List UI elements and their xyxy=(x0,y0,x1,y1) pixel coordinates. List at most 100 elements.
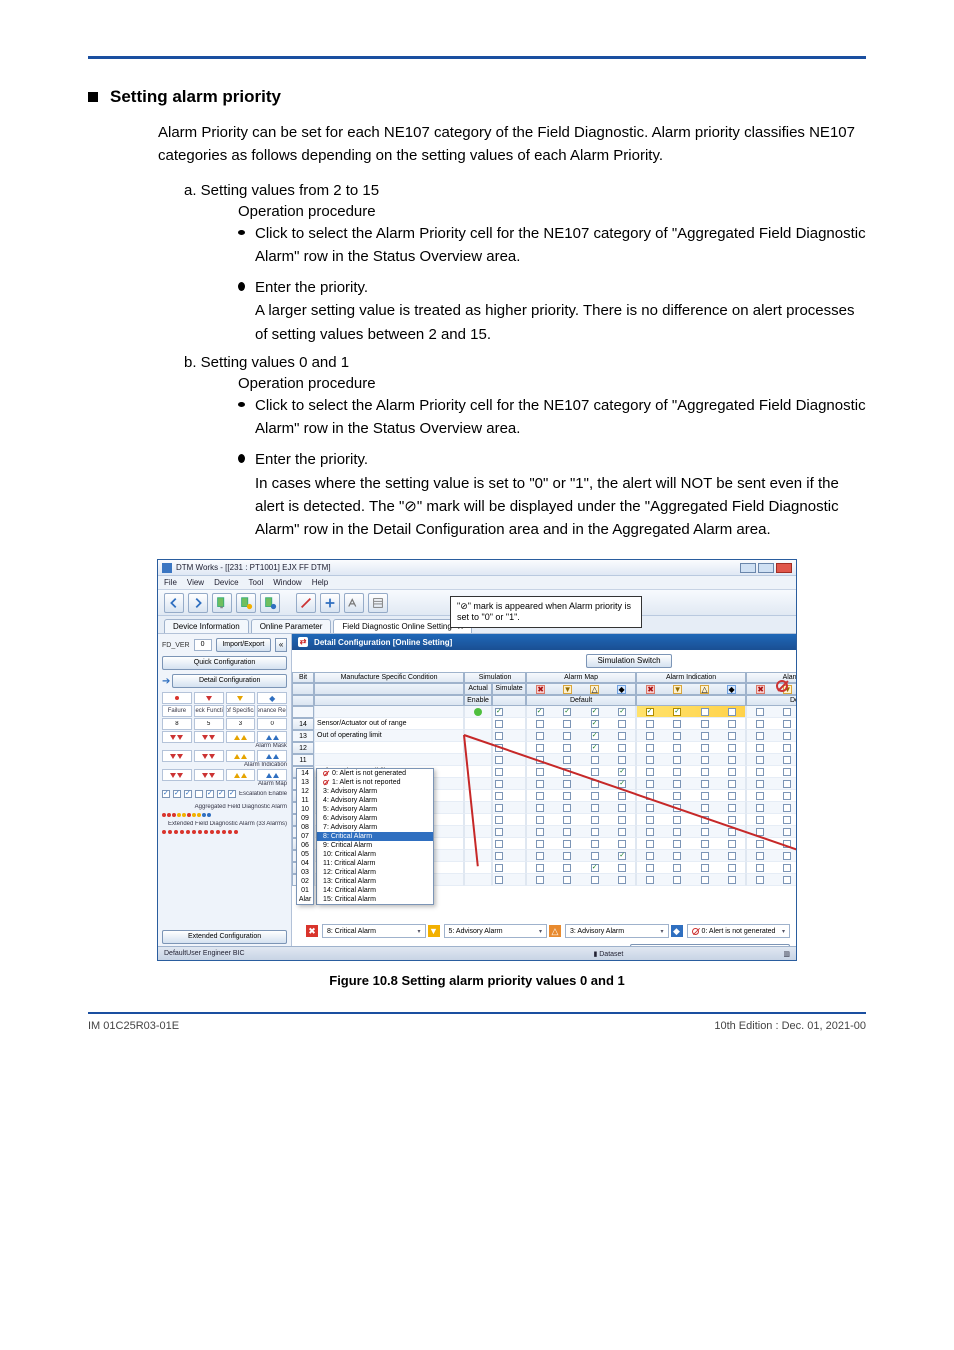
map-checkbox[interactable] xyxy=(591,768,599,776)
ind-checkbox[interactable] xyxy=(646,864,654,872)
simulate-checkbox[interactable] xyxy=(495,720,503,728)
priority-option[interactable]: 1: Alert is not reported xyxy=(317,778,433,787)
map-checkbox[interactable] xyxy=(563,780,571,788)
ind-checkbox[interactable] xyxy=(728,876,736,884)
mask-checkbox[interactable] xyxy=(783,852,791,860)
map-checkbox[interactable] xyxy=(563,876,571,884)
ind-checkbox[interactable] xyxy=(673,852,681,860)
mask-checkbox[interactable] xyxy=(783,756,791,764)
map-checkbox[interactable] xyxy=(536,744,544,752)
map-checkbox[interactable] xyxy=(563,744,571,752)
ind-checkbox[interactable] xyxy=(673,720,681,728)
priority-option[interactable]: 7: Advisory Alarm xyxy=(317,823,433,832)
ind-checkbox[interactable] xyxy=(728,864,736,872)
import-export-button[interactable]: Import/Export xyxy=(216,638,271,652)
map-checkbox[interactable] xyxy=(563,828,571,836)
map-checkbox[interactable] xyxy=(536,792,544,800)
mask-checkbox[interactable] xyxy=(783,816,791,824)
ind-checkbox[interactable] xyxy=(728,816,736,824)
mask-checkbox[interactable] xyxy=(756,816,764,824)
ind-checkbox[interactable] xyxy=(646,732,654,740)
map-checkbox[interactable] xyxy=(536,720,544,728)
mask-checkbox[interactable] xyxy=(756,792,764,800)
close-button[interactable] xyxy=(776,563,792,573)
escalation-chk-7[interactable] xyxy=(228,790,236,798)
map-checkbox[interactable] xyxy=(536,876,544,884)
ind-checkbox[interactable] xyxy=(673,756,681,764)
device-button-2[interactable] xyxy=(236,593,256,613)
ind-checkbox[interactable] xyxy=(701,804,709,812)
map-checkbox[interactable] xyxy=(591,828,599,836)
map-checkbox[interactable] xyxy=(591,732,599,740)
mask-checkbox[interactable] xyxy=(756,840,764,848)
mask-checkbox[interactable] xyxy=(783,804,791,812)
ind-checkbox[interactable] xyxy=(673,828,681,836)
map-checkbox[interactable] xyxy=(536,804,544,812)
ind-checkbox[interactable] xyxy=(646,780,654,788)
mask-checkbox[interactable] xyxy=(756,720,764,728)
ind-checkbox[interactable] xyxy=(701,780,709,788)
ind-checkbox[interactable] xyxy=(646,852,654,860)
priority-option[interactable]: 9: Critical Alarm xyxy=(317,841,433,850)
map-checkbox[interactable] xyxy=(591,720,599,728)
ind-checkbox[interactable] xyxy=(728,780,736,788)
ind-checkbox[interactable] xyxy=(701,864,709,872)
ind-checkbox[interactable] xyxy=(646,756,654,764)
map-checkbox[interactable] xyxy=(618,804,626,812)
ind-checkbox[interactable] xyxy=(646,804,654,812)
mask-checkbox[interactable] xyxy=(756,876,764,884)
ind-checkbox[interactable] xyxy=(728,840,736,848)
device-button-3[interactable] xyxy=(260,593,280,613)
map-checkbox[interactable] xyxy=(591,840,599,848)
map-checkbox[interactable] xyxy=(563,804,571,812)
mask-checkbox[interactable] xyxy=(783,744,791,752)
map-checkbox[interactable] xyxy=(536,732,544,740)
ind-checkbox[interactable] xyxy=(701,828,709,836)
escalation-chk-6[interactable] xyxy=(217,790,225,798)
priority-option[interactable]: 14: Critical Alarm xyxy=(317,886,433,895)
simulate-checkbox[interactable] xyxy=(495,756,503,764)
map-checkbox[interactable] xyxy=(536,828,544,836)
agg-maint-select[interactable]: 0: Alert is not generated ▾ xyxy=(687,924,791,938)
mask-checkbox[interactable] xyxy=(756,780,764,788)
mask-checkbox[interactable] xyxy=(783,720,791,728)
mask-checkbox[interactable] xyxy=(756,864,764,872)
mask-checkbox[interactable] xyxy=(783,780,791,788)
map-checkbox[interactable] xyxy=(591,864,599,872)
map-checkbox[interactable] xyxy=(618,864,626,872)
mask-checkbox[interactable] xyxy=(783,876,791,884)
ind-checkbox[interactable] xyxy=(701,768,709,776)
mask-checkbox[interactable] xyxy=(783,792,791,800)
priority-option[interactable]: 0: Alert is not generated xyxy=(317,769,433,778)
mask-checkbox[interactable] xyxy=(783,768,791,776)
simulation-switch-button[interactable]: Simulation Switch xyxy=(586,654,671,668)
ind-checkbox[interactable] xyxy=(646,744,654,752)
map-checkbox[interactable] xyxy=(536,816,544,824)
nav-back-button[interactable] xyxy=(164,593,184,613)
simulate-checkbox[interactable] xyxy=(495,864,503,872)
ind-checkbox[interactable] xyxy=(728,804,736,812)
map-checkbox[interactable] xyxy=(591,804,599,812)
simulate-checkbox[interactable] xyxy=(495,816,503,824)
mask-checkbox[interactable] xyxy=(756,768,764,776)
menu-help[interactable]: Help xyxy=(312,578,328,587)
ind-checkbox[interactable] xyxy=(673,732,681,740)
escalation-chk-5[interactable] xyxy=(206,790,214,798)
map-checkbox[interactable] xyxy=(563,864,571,872)
prio-failure-input[interactable] xyxy=(163,720,191,728)
ind-checkbox[interactable] xyxy=(673,816,681,824)
ind-checkbox[interactable] xyxy=(728,744,736,752)
map-checkbox[interactable] xyxy=(536,852,544,860)
map-checkbox[interactable] xyxy=(618,744,626,752)
mask-checkbox[interactable] xyxy=(783,828,791,836)
menu-view[interactable]: View xyxy=(187,578,204,587)
mask-checkbox[interactable] xyxy=(756,756,764,764)
detail-config-button[interactable]: Detail Configuration xyxy=(172,674,287,688)
nav-fwd-button[interactable] xyxy=(188,593,208,613)
agg-check-select[interactable]: 5: Advisory Alarm▾ xyxy=(444,924,548,938)
map-checkbox[interactable] xyxy=(563,720,571,728)
priority-option[interactable]: 15: Critical Alarm xyxy=(317,895,433,904)
simulate-checkbox[interactable] xyxy=(495,732,503,740)
ind-checkbox[interactable] xyxy=(701,792,709,800)
mask-checkbox[interactable] xyxy=(756,804,764,812)
